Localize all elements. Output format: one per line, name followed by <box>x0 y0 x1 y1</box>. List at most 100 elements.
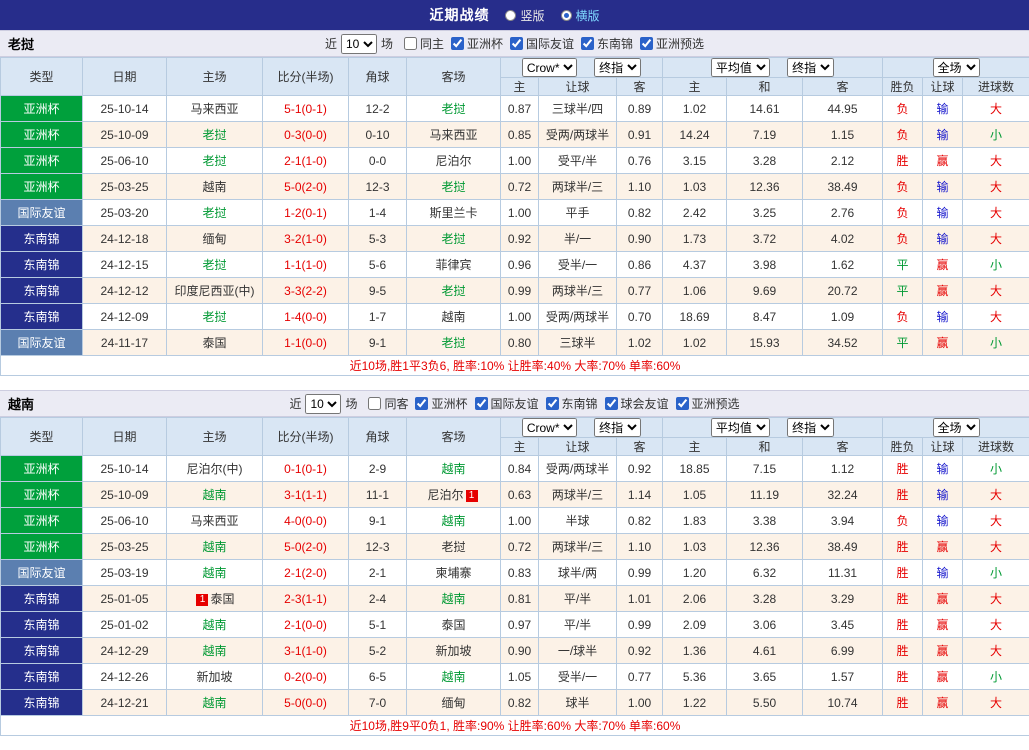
odds-time-select[interactable]: 终指 <box>594 58 641 77</box>
avg-odds-home: 1.06 <box>663 278 727 304</box>
scope-select[interactable]: 全场 <box>933 58 980 77</box>
result-goals: 大 <box>963 96 1029 122</box>
odds-time-select[interactable]: 终指 <box>594 418 641 437</box>
checkbox-input[interactable] <box>546 397 559 410</box>
avg-odds-home: 1.03 <box>663 174 727 200</box>
score-halftime: 1-4(0-0) <box>263 304 349 330</box>
match-row: 东南锦24-12-18缅甸3-2(1-0)5-3老挝0.92半/一0.901.7… <box>1 226 1029 252</box>
filter-checkbox[interactable]: 东南锦 <box>581 35 633 52</box>
competition-type: 国际友谊 <box>1 330 83 356</box>
avg-source-select[interactable]: 平均值 <box>711 418 770 437</box>
filter-checkbox[interactable]: 国际友谊 <box>510 35 574 52</box>
competition-type: 东南锦 <box>1 226 83 252</box>
result-wdl: 平 <box>883 252 923 278</box>
away-team: 老挝 <box>407 278 501 304</box>
result-goals: 小 <box>963 456 1029 482</box>
corner-count: 2-9 <box>349 456 407 482</box>
result-wdl: 胜 <box>883 456 923 482</box>
away-team: 菲律宾 <box>407 252 501 278</box>
checkbox-input[interactable] <box>475 397 488 410</box>
sub-col-avg-home: 主 <box>663 78 727 96</box>
match-count-select[interactable]: 10 <box>305 394 341 414</box>
away-team: 新加坡 <box>407 638 501 664</box>
avg-odds-away: 10.74 <box>803 690 883 716</box>
result-handicap: 输 <box>923 456 963 482</box>
result-handicap: 输 <box>923 560 963 586</box>
result-goals: 小 <box>963 122 1029 148</box>
home-team: 印度尼西亚(中) <box>167 278 263 304</box>
col-away: 客场 <box>407 418 501 456</box>
competition-type: 国际友谊 <box>1 560 83 586</box>
handicap-odds-away: 1.00 <box>617 690 663 716</box>
odds-source-select[interactable]: Crow* <box>522 418 577 437</box>
match-date: 24-12-26 <box>83 664 167 690</box>
match-row: 东南锦24-12-21越南5-0(0-0)7-0缅甸0.82球半1.001.22… <box>1 690 1029 716</box>
handicap-odds-away: 0.90 <box>617 226 663 252</box>
sub-col-avg-away: 客 <box>803 438 883 456</box>
filter-checkbox[interactable]: 亚洲杯 <box>451 35 503 52</box>
competition-type: 东南锦 <box>1 638 83 664</box>
avg-source-select[interactable]: 平均值 <box>711 58 770 77</box>
checkbox-input[interactable] <box>676 397 689 410</box>
handicap-line: 球半/两 <box>539 560 617 586</box>
match-date: 25-03-25 <box>83 534 167 560</box>
handicap-line: 两球半/三 <box>539 534 617 560</box>
odds-group-header: Crow* 终指 <box>501 58 663 78</box>
result-goals: 大 <box>963 200 1029 226</box>
filter-checkbox[interactable]: 球会友谊 <box>605 395 669 412</box>
avg-time-select[interactable]: 终指 <box>787 418 834 437</box>
handicap-odds-home: 0.83 <box>501 560 539 586</box>
result-group-header: 全场 <box>883 58 1029 78</box>
checkbox-input[interactable] <box>510 37 523 50</box>
handicap-odds-home: 1.00 <box>501 304 539 330</box>
match-count-select[interactable]: 10 <box>341 34 377 54</box>
filter-checkbox[interactable]: 亚洲杯 <box>415 395 467 412</box>
checkbox-input[interactable] <box>581 37 594 50</box>
match-row: 亚洲杯25-03-25越南5-0(2-0)12-3老挝0.72两球半/三1.10… <box>1 174 1029 200</box>
filter-checkboxes: 同客亚洲杯国际友谊 东南锦球会友谊亚洲预选 <box>361 395 739 412</box>
checkbox-input[interactable] <box>451 37 464 50</box>
away-team: 老挝 <box>407 96 501 122</box>
result-handicap: 赢 <box>923 638 963 664</box>
match-date: 25-10-09 <box>83 482 167 508</box>
result-goals: 大 <box>963 482 1029 508</box>
filter-checkbox[interactable]: 东南锦 <box>546 395 598 412</box>
home-team: 泰国 <box>167 330 263 356</box>
avg-odds-draw: 5.50 <box>727 690 803 716</box>
filter-checkbox[interactable]: 同主 <box>404 35 444 52</box>
avg-group-header: 平均值 终指 <box>663 58 883 78</box>
away-team: 越南 <box>407 304 501 330</box>
result-handicap: 输 <box>923 482 963 508</box>
checkbox-input[interactable] <box>415 397 428 410</box>
checkbox-input[interactable] <box>605 397 618 410</box>
filter-checkbox[interactable]: 亚洲预选 <box>676 395 740 412</box>
checkbox-input[interactable] <box>404 37 417 50</box>
match-row: 东南锦24-12-29越南3-1(1-0)5-2新加坡0.90一/球半0.921… <box>1 638 1029 664</box>
layout-radio-vertical[interactable]: 竖版 <box>505 7 544 24</box>
match-date: 24-12-09 <box>83 304 167 330</box>
avg-time-select[interactable]: 终指 <box>787 58 834 77</box>
handicap-odds-home: 1.00 <box>501 508 539 534</box>
checkbox-input[interactable] <box>640 37 653 50</box>
score-halftime: 2-1(1-0) <box>263 148 349 174</box>
filter-checkbox[interactable]: 国际友谊 <box>475 395 539 412</box>
avg-odds-draw: 3.28 <box>727 586 803 612</box>
competition-type: 东南锦 <box>1 612 83 638</box>
result-goals: 大 <box>963 534 1029 560</box>
sub-col-avg-draw: 和 <box>727 438 803 456</box>
result-goals: 小 <box>963 560 1029 586</box>
checkbox-label: 东南锦 <box>562 395 598 412</box>
layout-radio-horizontal[interactable]: 横版 <box>561 7 600 24</box>
checkbox-input[interactable] <box>368 397 381 410</box>
col-away: 客场 <box>407 58 501 96</box>
handicap-line: 平/半 <box>539 612 617 638</box>
avg-odds-home: 18.69 <box>663 304 727 330</box>
score-halftime: 5-0(0-0) <box>263 690 349 716</box>
match-date: 25-03-19 <box>83 560 167 586</box>
match-date: 24-12-18 <box>83 226 167 252</box>
filter-checkbox[interactable]: 同客 <box>368 395 408 412</box>
scope-select[interactable]: 全场 <box>933 418 980 437</box>
match-date: 24-11-17 <box>83 330 167 356</box>
filter-checkbox[interactable]: 亚洲预选 <box>640 35 704 52</box>
odds-source-select[interactable]: Crow* <box>522 58 577 77</box>
